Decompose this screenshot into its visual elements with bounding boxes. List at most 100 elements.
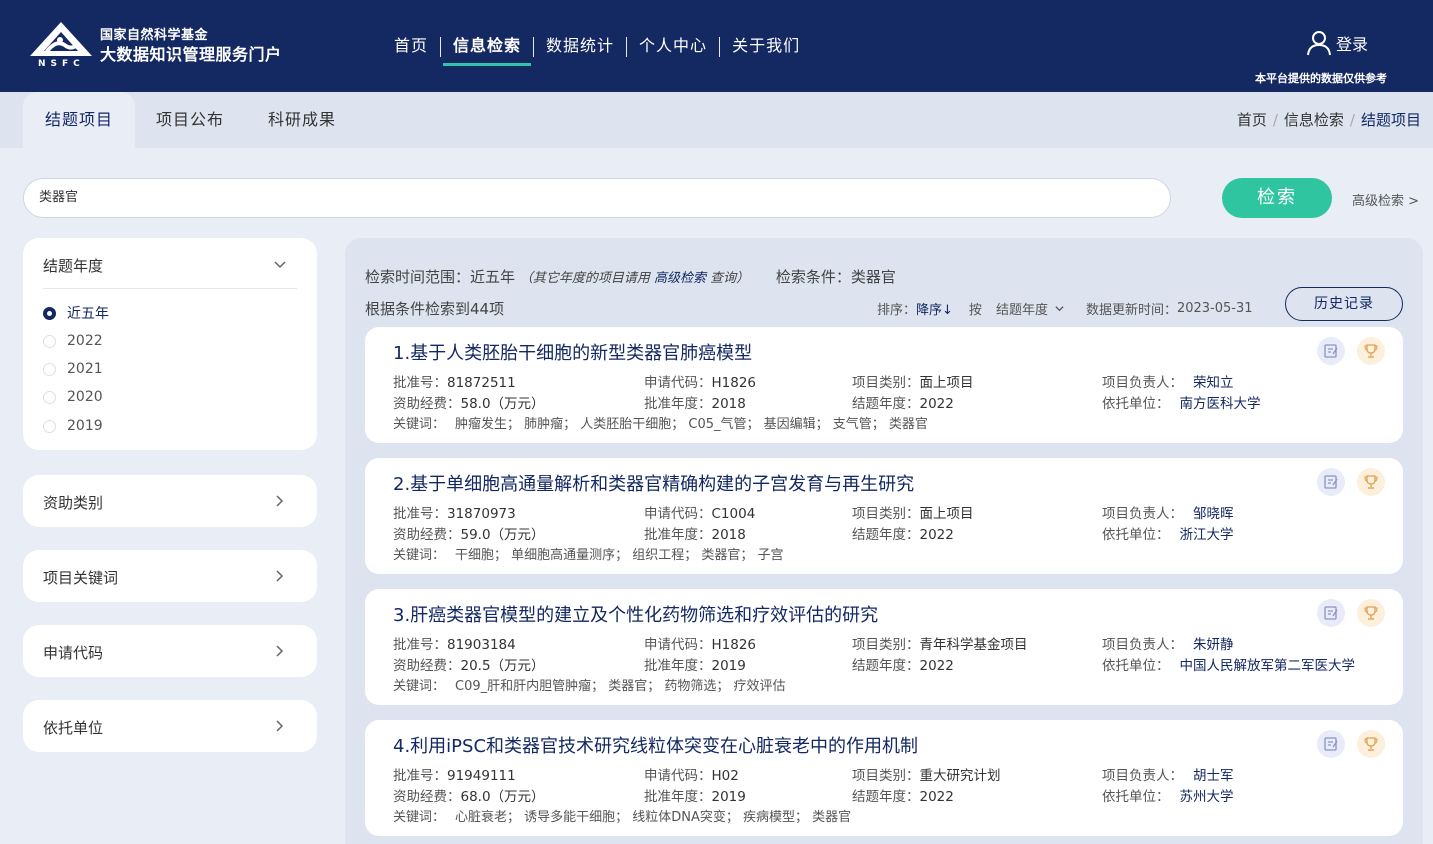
radio-option-2020[interactable]: 2020 xyxy=(43,387,103,407)
leader-link[interactable]: 朱妍静 xyxy=(1193,637,1234,653)
field-project-leader: 项目负责人： 荣知立 xyxy=(1102,375,1234,391)
tab-research-results[interactable]: 科研成果 xyxy=(247,92,357,148)
user-icon xyxy=(1307,31,1331,56)
field-approval-year: 批准年度：2019 xyxy=(644,789,746,805)
tab-project-announcements[interactable]: 项目公布 xyxy=(135,92,245,148)
filter-title-funding-type: 资助类别 xyxy=(43,494,104,512)
field-funding: 资助经费：20.5（万元） xyxy=(393,658,545,674)
nav-about[interactable]: 关于我们 xyxy=(720,32,812,62)
result-title-link[interactable]: 4.利用iPSC和类器官技术研究线粒体突变在心脏衰老中的作用机制 xyxy=(393,732,918,758)
field-end-year: 结题年度：2022 xyxy=(852,789,954,805)
field-funding: 资助经费：68.0（万元） xyxy=(393,789,545,805)
field-project-leader: 项目负责人： 胡士军 xyxy=(1102,768,1234,784)
filter-panel-institution[interactable]: 依托单位 xyxy=(23,700,317,752)
filter-title-application-code: 申请代码 xyxy=(43,644,104,662)
filter-panel-funding-type[interactable]: 资助类别 xyxy=(23,475,317,527)
field-project-type: 项目类别：重大研究计划 xyxy=(852,768,1001,784)
radio-icon xyxy=(43,362,56,376)
filter-title-end-year[interactable]: 结题年度 xyxy=(43,255,103,276)
nav-info-search[interactable]: 信息检索 xyxy=(441,32,533,66)
edit-note-icon[interactable] xyxy=(1317,337,1345,365)
trophy-icon[interactable] xyxy=(1357,337,1385,365)
field-application-code: 申请代码：C1004 xyxy=(644,506,756,522)
filter-title-keywords: 项目关键词 xyxy=(43,569,119,587)
filter-panel-application-code[interactable]: 申请代码 xyxy=(23,625,317,677)
field-project-type: 项目类别：面上项目 xyxy=(852,506,974,522)
advanced-search-link[interactable]: 高级检索 > xyxy=(1352,190,1419,209)
trophy-icon[interactable] xyxy=(1357,468,1385,496)
radio-checked-icon xyxy=(43,306,56,320)
radio-option-recent5[interactable]: 近五年 xyxy=(43,303,109,323)
radio-icon xyxy=(43,334,56,348)
search-button[interactable]: 检索 xyxy=(1222,178,1332,218)
result-card: 1.基于人类胚胎干细胞的新型类器官肺癌模型 批准号：81872511 申请代码：… xyxy=(365,327,1403,443)
radio-option-2021[interactable]: 2021 xyxy=(43,359,103,379)
breadcrumb-info-search[interactable]: 信息检索 xyxy=(1284,111,1344,129)
field-project-leader: 项目负责人： 朱妍静 xyxy=(1102,637,1234,653)
nsfc-logo[interactable]: NSFC xyxy=(26,20,96,69)
radio-option-2022[interactable]: 2022 xyxy=(43,331,103,351)
breadcrumb-current: 结题项目 xyxy=(1360,111,1421,129)
field-application-code: 申请代码：H02 xyxy=(644,768,739,784)
institution-link[interactable]: 苏州大学 xyxy=(1180,789,1234,805)
chevron-down-icon[interactable] xyxy=(1054,303,1065,314)
edit-note-icon[interactable] xyxy=(1317,599,1345,627)
sort-field-select[interactable]: 结题年度 xyxy=(996,299,1048,318)
tab-concluded-projects[interactable]: 结题项目 xyxy=(23,92,135,148)
result-title-link[interactable]: 1.基于人类胚胎干细胞的新型类器官肺癌模型 xyxy=(393,339,752,365)
login-button[interactable]: 登录 xyxy=(1306,30,1368,56)
chevron-right-icon xyxy=(276,720,284,732)
field-approval-number: 批准号：91949111 xyxy=(393,768,516,784)
sort-order-toggle[interactable]: 降序↓ xyxy=(916,299,953,318)
advanced-search-inline-link[interactable]: 高级检索 xyxy=(654,271,706,286)
field-project-type: 项目类别：面上项目 xyxy=(852,375,974,391)
field-project-leader: 项目负责人： 邹晓晖 xyxy=(1102,506,1234,522)
filter-panel-keywords[interactable]: 项目关键词 xyxy=(23,550,317,602)
radio-icon xyxy=(43,419,56,433)
range-value: 近五年 xyxy=(470,268,516,286)
edit-note-icon[interactable] xyxy=(1317,730,1345,758)
result-count: 根据条件检索到44项 xyxy=(365,300,505,318)
chevron-down-icon[interactable] xyxy=(273,258,287,272)
field-institution: 依托单位： 浙江大学 xyxy=(1102,527,1234,543)
field-keywords: 关键词： 心脏衰老； 诱导多能干细胞； 线粒体DNA突变； 疾病模型； 类器官 xyxy=(393,810,852,825)
history-button[interactable]: 历史记录 xyxy=(1285,287,1403,321)
result-card: 4.利用iPSC和类器官技术研究线粒体突变在心脏衰老中的作用机制 批准号：919… xyxy=(365,720,1403,836)
field-keywords: 关键词： 干细胞； 单细胞高通量测序； 组织工程； 类器官； 子宫 xyxy=(393,548,784,563)
divider xyxy=(43,288,297,289)
field-approval-number: 批准号：81872511 xyxy=(393,375,516,391)
result-title-link[interactable]: 2.基于单细胞高通量解析和类器官精确构建的子宫发育与再生研究 xyxy=(393,470,914,496)
edit-note-icon[interactable] xyxy=(1317,468,1345,496)
result-title-link[interactable]: 3.肝癌类器官模型的建立及个性化药物筛选和疗效评估的研究 xyxy=(393,601,878,627)
field-institution: 依托单位： 南方医科大学 xyxy=(1102,396,1261,412)
institution-link[interactable]: 南方医科大学 xyxy=(1180,396,1261,412)
field-approval-number: 批准号：31870973 xyxy=(393,506,516,522)
field-institution: 依托单位： 中国人民解放军第二军医大学 xyxy=(1102,658,1356,674)
filter-title-institution: 依托单位 xyxy=(43,719,104,737)
nav-home[interactable]: 首页 xyxy=(382,32,440,62)
leader-link[interactable]: 荣知立 xyxy=(1193,375,1234,391)
chevron-right-icon xyxy=(276,645,284,657)
login-label: 登录 xyxy=(1336,35,1369,54)
field-end-year: 结题年度：2022 xyxy=(852,527,954,543)
logo-title-line2: 大数据知识管理服务门户 xyxy=(100,45,282,64)
field-end-year: 结题年度：2022 xyxy=(852,396,954,412)
radio-icon xyxy=(43,390,56,404)
field-institution: 依托单位： 苏州大学 xyxy=(1102,789,1234,805)
field-approval-year: 批准年度：2019 xyxy=(644,658,746,674)
chevron-right-icon xyxy=(276,570,284,582)
radio-option-2019[interactable]: 2019 xyxy=(43,416,103,436)
trophy-icon[interactable] xyxy=(1357,730,1385,758)
leader-link[interactable]: 胡士军 xyxy=(1193,768,1234,784)
main-nav: 首页 信息检索 数据统计 个人中心 关于我们 xyxy=(382,32,812,66)
leader-link[interactable]: 邹晓晖 xyxy=(1193,506,1234,522)
trophy-icon[interactable] xyxy=(1357,599,1385,627)
search-input[interactable]: 类器官 xyxy=(23,178,1171,218)
institution-link[interactable]: 中国人民解放军第二军医大学 xyxy=(1180,658,1356,674)
field-keywords: 关键词： C09_肝和肝内胆管肿瘤； 类器官； 药物筛选； 疗效评估 xyxy=(393,679,786,694)
nav-personal-center[interactable]: 个人中心 xyxy=(627,32,719,62)
breadcrumb-home[interactable]: 首页 xyxy=(1237,111,1267,129)
nav-statistics[interactable]: 数据统计 xyxy=(534,32,626,62)
logo-abbr: NSFC xyxy=(38,59,85,68)
institution-link[interactable]: 浙江大学 xyxy=(1180,527,1234,543)
